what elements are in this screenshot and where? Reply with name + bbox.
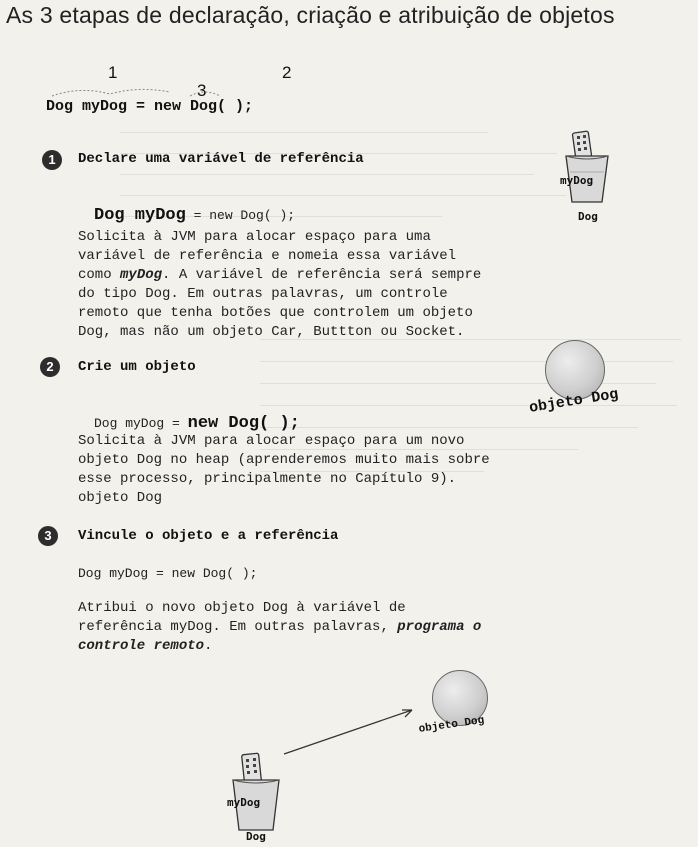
step-3-heading: Vincule o objeto e a referência bbox=[78, 528, 339, 544]
step-2-heading: Crie um objeto bbox=[78, 359, 196, 375]
step-1-cup-type: Dog bbox=[578, 210, 598, 223]
step-2-paragraph: Solicita à JVM para alocar espaço para u… bbox=[78, 433, 490, 506]
book-page: As 3 etapas de declaração, criação e atr… bbox=[0, 0, 698, 847]
step-2-badge: 2 bbox=[40, 357, 60, 377]
step-1-code-bold: Dog myDog bbox=[94, 206, 186, 225]
step-1-paragraph: Solicita à JVM para alocar espaço para u… bbox=[78, 228, 481, 342]
step-1-heading: Declare uma variável de referência bbox=[78, 151, 364, 167]
step-3-para-text-end: . bbox=[204, 638, 213, 654]
full-declaration-code: Dog myDog = new Dog( ); bbox=[46, 98, 254, 115]
page-title: As 3 etapas de declaração, criação e atr… bbox=[6, 2, 615, 28]
step-1-para-emphasis: myDog bbox=[120, 267, 163, 283]
step-1-badge: 1 bbox=[42, 150, 62, 170]
step-3-badge: 3 bbox=[38, 526, 58, 546]
step-3-cup-label: myDog bbox=[227, 796, 261, 809]
step-1-code-rest: = new Dog( ); bbox=[185, 208, 296, 223]
step-3-para-text: Atribui o novo objeto Dog à variável de … bbox=[78, 600, 406, 635]
reference-arrow bbox=[283, 709, 413, 755]
step-3-code: Dog myDog = new Dog( ); bbox=[78, 566, 258, 581]
step-3-remote-cup-illustration bbox=[232, 752, 280, 831]
step-3-paragraph: Atribui o novo objeto Dog à variável de … bbox=[78, 599, 481, 656]
step-2-code-bold: new Dog( ); bbox=[187, 414, 300, 433]
step-1-cup-label: myDog bbox=[560, 174, 594, 187]
remote-cup-illustration bbox=[565, 130, 609, 203]
step-3-cup-type: Dog bbox=[246, 830, 266, 843]
step-2-code-rest: Dog myDog = bbox=[94, 416, 188, 431]
